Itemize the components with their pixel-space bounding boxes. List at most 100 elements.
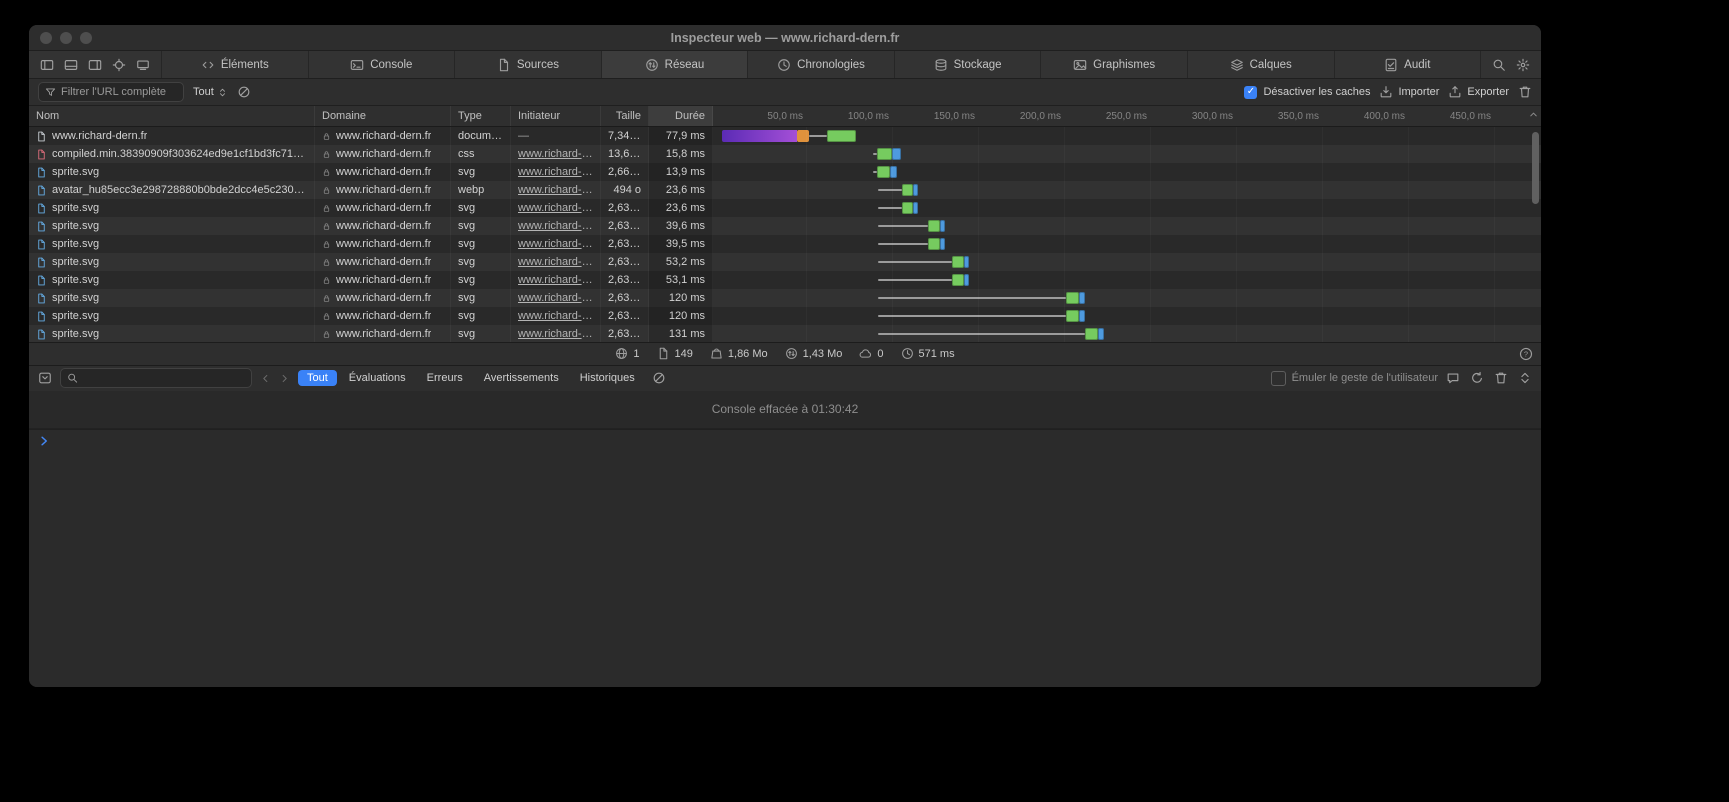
titlebar[interactable]: Inspecteur web — www.richard-dern.fr [29,25,1541,51]
table-row[interactable]: sprite.svgwww.richard-dern.frsvgwww.rich… [29,307,1541,325]
console-search-field[interactable] [60,368,252,388]
tab-audit[interactable]: Audit [1334,51,1481,78]
duration-text: 53,1 ms [666,274,705,286]
table-row[interactable]: sprite.svgwww.richard-dern.frsvgwww.rich… [29,325,1541,342]
waterfall-bar[interactable] [713,325,1541,342]
lock-icon [322,167,331,178]
disable-caches-checkbox[interactable]: ✓ Désactiver les caches [1244,86,1370,99]
initiator-link[interactable]: www.richard-d… [518,274,593,286]
console-back-icon[interactable] [260,373,271,384]
initiator-link[interactable]: www.richard-d… [518,256,593,268]
tab-elements[interactable]: Éléments [161,51,308,78]
initiator-link[interactable]: www.richard-d… [518,292,593,304]
console-filter-icon[interactable] [652,371,666,385]
column-header-size[interactable]: Taille [601,106,649,126]
element-picker-icon[interactable] [108,55,130,75]
column-header-domain[interactable]: Domaine [315,106,451,126]
tab-console[interactable]: Console [308,51,455,78]
domain-cell: www.richard-dern.fr [315,127,451,145]
import-button[interactable]: Importer [1379,85,1439,99]
tab-graphics[interactable]: Graphismes [1040,51,1187,78]
initiator-link[interactable]: www.richard-d… [518,202,593,214]
clear-network-icon[interactable] [1518,85,1532,99]
waterfall-cell [713,145,1541,163]
table-row[interactable]: sprite.svgwww.richard-dern.frsvgwww.rich… [29,235,1541,253]
export-button[interactable]: Exporter [1448,85,1509,99]
console-tab-évaluations[interactable]: Évaluations [340,370,415,386]
tab-layers[interactable]: Calques [1187,51,1334,78]
waterfall-bar[interactable] [713,235,1541,253]
dock-right-icon[interactable] [84,55,106,75]
waterfall-bar[interactable] [713,271,1541,289]
tab-storage[interactable]: Stockage [894,51,1041,78]
help-icon[interactable]: ? [1519,347,1533,361]
clear-console-icon[interactable] [1470,371,1484,385]
table-row[interactable]: sprite.svgwww.richard-dern.frsvgwww.rich… [29,199,1541,217]
zoom-button[interactable] [80,32,92,44]
console-prompt[interactable] [29,429,1541,452]
waterfall-segment-blue [1079,310,1084,322]
column-header-type[interactable]: Type [451,106,511,126]
waterfall-bar[interactable] [713,145,1541,163]
waterfall-bar[interactable] [713,163,1541,181]
table-row[interactable]: sprite.svgwww.richard-dern.frsvgwww.rich… [29,217,1541,235]
waterfall-bar[interactable] [713,253,1541,271]
initiator-link[interactable]: www.richard-d… [518,328,593,340]
console-cleared-message: Console effacée à 01:30:42 [712,402,859,416]
waterfall-bar[interactable] [713,289,1541,307]
initiator-link[interactable]: www.richard-d… [518,220,593,232]
waterfall-segment-green [952,274,964,286]
initiator-link[interactable]: www.richard-d… [518,166,593,178]
network-table: Nom Domaine Type Initiateur Taille Durée… [29,106,1541,342]
filter-mode-icon[interactable] [237,85,251,99]
url-filter-field[interactable] [38,82,184,102]
waterfall-bar[interactable] [713,127,1541,145]
column-header-duration[interactable]: Durée [649,106,713,126]
table-row[interactable]: sprite.svgwww.richard-dern.frsvgwww.rich… [29,253,1541,271]
minimize-button[interactable] [60,32,72,44]
waterfall-bar[interactable] [713,199,1541,217]
close-button[interactable] [40,32,52,44]
tab-timelines[interactable]: Chronologies [747,51,894,78]
table-row[interactable]: compiled.min.38390909f303624ed9e1cf1bd3f… [29,145,1541,163]
column-header-initiator[interactable]: Initiateur [511,106,601,126]
console-search-input[interactable] [83,372,245,384]
dock-left-icon[interactable] [36,55,58,75]
tab-sources[interactable]: Sources [454,51,601,78]
table-row[interactable]: sprite.svgwww.richard-dern.frsvgwww.rich… [29,163,1541,181]
table-row[interactable]: www.richard-dern.frwww.richard-dern.frdo… [29,127,1541,145]
resource-name: compiled.min.38390909f303624ed9e1cf1bd3f… [52,148,307,160]
tab-network[interactable]: Réseau [601,51,748,78]
resize-panel-icon[interactable] [1518,371,1532,385]
console-tab-avertissements[interactable]: Avertissements [475,370,568,386]
scroll-top-icon[interactable] [1528,109,1539,120]
search-icon[interactable] [1488,55,1510,75]
initiator-link[interactable]: www.richard-d… [518,184,593,196]
console-forward-icon[interactable] [279,373,290,384]
initiator-link[interactable]: www.richard-d… [518,310,593,322]
url-filter-input[interactable] [61,86,177,98]
table-row[interactable]: sprite.svgwww.richard-dern.frsvgwww.rich… [29,271,1541,289]
console-tab-historiques[interactable]: Historiques [571,370,644,386]
gear-icon[interactable] [1512,55,1534,75]
waterfall-bar[interactable] [713,217,1541,235]
device-icon[interactable] [132,55,154,75]
emulate-gesture-checkbox[interactable]: ✓ Émuler le geste de l'utilisateur [1271,371,1438,386]
table-row[interactable]: avatar_hu85ecc3e298728880b0bde2dcc4e5c23… [29,181,1541,199]
waterfall-bar[interactable] [713,181,1541,199]
waterfall-bar[interactable] [713,307,1541,325]
column-header-name[interactable]: Nom [29,106,315,126]
console-messages-icon[interactable] [1446,371,1460,385]
lock-icon [322,203,331,214]
initiator-link[interactable]: www.richard-d… [518,148,593,160]
vertical-scrollbar[interactable] [1532,132,1539,204]
console-scope-icon[interactable] [38,371,52,385]
trash-icon[interactable] [1494,371,1508,385]
dock-bottom-icon[interactable] [60,55,82,75]
domain-cell: www.richard-dern.fr [315,253,451,271]
table-row[interactable]: sprite.svgwww.richard-dern.frsvgwww.rich… [29,289,1541,307]
resource-scope-select[interactable]: Tout [193,86,228,98]
console-tab-tout[interactable]: Tout [298,370,337,386]
console-tab-erreurs[interactable]: Erreurs [418,370,472,386]
initiator-link[interactable]: www.richard-d… [518,238,593,250]
